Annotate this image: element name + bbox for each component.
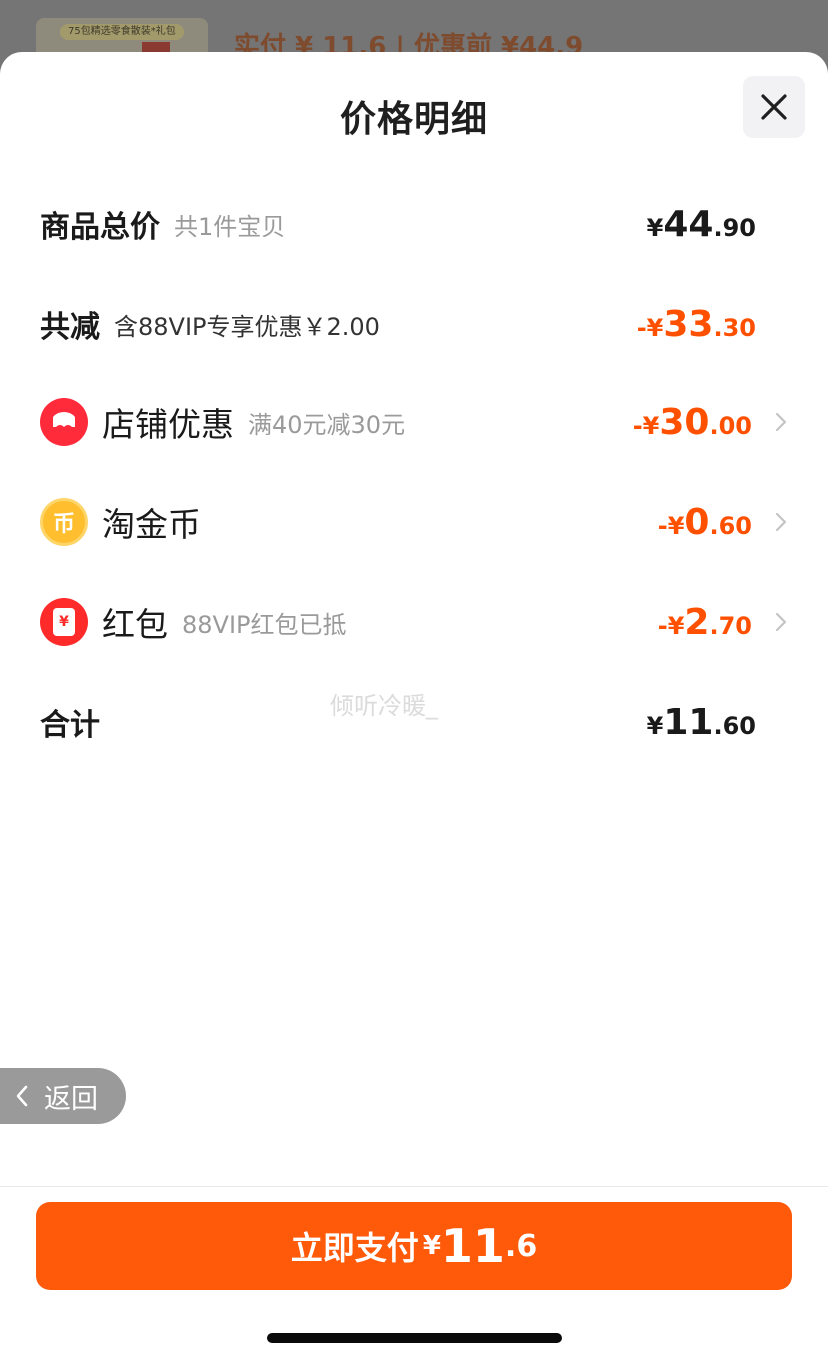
taojinbi-amount: -¥ 0.60 <box>657 501 752 543</box>
store-discount-row[interactable]: 店铺优惠 满40元减30元 -¥ 30.00 <box>40 392 788 452</box>
pay-now-label: 立即支付 <box>290 1229 419 1267</box>
chevron-right-icon <box>775 612 787 632</box>
close-icon <box>761 94 787 120</box>
subtotal-item-count: 共1件宝贝 <box>174 212 286 241</box>
total-amount: ¥11.60 <box>646 701 756 743</box>
chevron-right-icon <box>775 512 787 532</box>
pay-currency-sign: ¥ <box>422 1231 441 1261</box>
pay-amount-integer: 11 <box>440 1219 505 1273</box>
chevron-right-icon <box>775 412 787 432</box>
price-detail-sheet: 价格明细 商品总价 共1件宝贝 ¥44.90 共减 含88VIP专享优惠￥2.0… <box>0 52 828 1362</box>
product-thumbnail-tag: 75包精选零食散装*礼包 <box>60 24 184 40</box>
footer-divider <box>0 1186 828 1187</box>
taojinbi-row[interactable]: 币 淘金币 -¥ 0.60 <box>40 492 788 552</box>
chevron-left-icon <box>16 1085 28 1107</box>
taojinbi-label: 淘金币 <box>102 505 201 544</box>
store-coupon-icon <box>40 398 88 446</box>
red-envelope-note: 88VIP红包已抵 <box>182 610 347 639</box>
total-discount-amount: -¥ 33.30 <box>636 303 756 345</box>
red-envelope-label: 红包 <box>102 605 168 644</box>
subtotal-row: 商品总价 共1件宝贝 ¥44.90 <box>40 194 788 254</box>
total-discount-row: 共减 含88VIP专享优惠￥2.00 -¥ 33.30 <box>40 294 788 354</box>
store-discount-label: 店铺优惠 <box>102 405 234 444</box>
back-button-label: 返回 <box>44 1083 98 1115</box>
total-label: 合计 <box>40 708 100 743</box>
store-discount-rule: 满40元减30元 <box>248 410 406 439</box>
home-indicator <box>267 1333 562 1343</box>
pay-now-button[interactable]: 立即支付 ¥ 11 .6 <box>36 1202 792 1290</box>
back-button[interactable]: 返回 <box>0 1068 126 1124</box>
total-discount-note: 含88VIP专享优惠￥2.00 <box>114 312 380 341</box>
total-discount-label: 共减 <box>40 310 100 345</box>
red-envelope-amount: -¥ 2.70 <box>657 601 752 643</box>
store-discount-amount: -¥ 30.00 <box>632 401 752 443</box>
red-envelope-icon: ¥ <box>40 598 88 646</box>
pay-amount-decimal: .6 <box>504 1228 538 1264</box>
taojinbi-coin-icon: 币 <box>40 498 88 546</box>
red-envelope-row[interactable]: ¥ 红包 88VIP红包已抵 -¥ 2.70 <box>40 592 788 652</box>
subtotal-amount: ¥44.90 <box>646 203 756 245</box>
sheet-title: 价格明细 <box>339 99 488 140</box>
user-watermark: 倾听冷暖_ <box>330 692 438 720</box>
close-button[interactable] <box>743 76 805 138</box>
subtotal-label: 商品总价 <box>40 210 160 245</box>
